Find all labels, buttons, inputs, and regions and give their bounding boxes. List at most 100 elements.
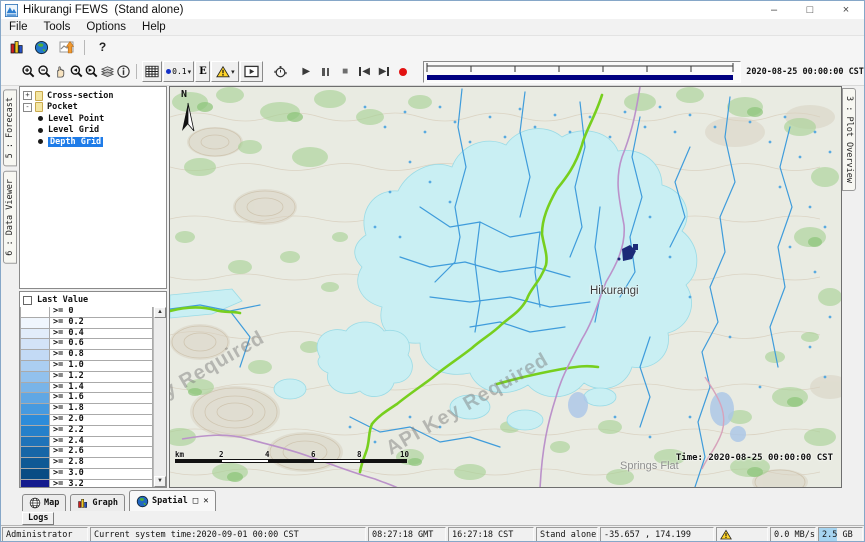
menu-file[interactable]: File: [1, 21, 36, 33]
status-warning-cell[interactable]: [716, 527, 768, 542]
threshold-dot-icon: [166, 69, 171, 74]
bottom-tab-bar: Map Graph Spatial □ ✕: [1, 488, 864, 511]
layers-button[interactable]: [100, 62, 116, 82]
menu-options[interactable]: Options: [78, 21, 134, 33]
help-button[interactable]: ?: [90, 37, 115, 57]
record-button[interactable]: [394, 62, 413, 82]
globe-icon: [136, 495, 149, 508]
scroll-up-icon[interactable]: ▲: [154, 307, 166, 318]
info-button[interactable]: [116, 62, 132, 82]
last-value-checkbox[interactable]: [23, 296, 32, 305]
timeseries-button[interactable]: [4, 37, 29, 57]
legend-row: >= 1.2: [20, 372, 153, 383]
main-toolbar: ?: [1, 36, 864, 58]
tab-plot-overview[interactable]: 3 : Plot Overview: [842, 88, 856, 191]
pan-button[interactable]: [53, 62, 69, 82]
longitudinal-profile-button[interactable]: E: [195, 61, 210, 82]
tree-item-level-grid[interactable]: Level Grid: [21, 125, 165, 137]
status-memory: 2.5 GB: [818, 527, 863, 542]
legend-scrollbar[interactable]: ▲ ▼: [153, 307, 166, 487]
menu-tools[interactable]: Tools: [36, 21, 79, 33]
legend-row: >= 3.2: [20, 480, 153, 487]
maximize-button[interactable]: □: [792, 1, 828, 19]
legend-row: >= 0.2: [20, 318, 153, 329]
close-button[interactable]: ×: [828, 1, 864, 19]
main-region: 5 : Forecast 6 : Data Viewer + Cross-sec…: [1, 86, 864, 488]
window-title: Hikurangi FEWS (Stand alone): [23, 4, 183, 16]
status-bar: Administrator Current system time:2020-0…: [1, 525, 864, 542]
scale-unit: km: [175, 450, 184, 459]
stop-button[interactable]: ■: [335, 62, 354, 82]
status-rate: 0.0 MB/s: [770, 527, 816, 542]
tab-close-icon[interactable]: ✕: [203, 496, 208, 506]
zoom-next-button[interactable]: [84, 62, 100, 82]
tree-item-cross-section[interactable]: + Cross-section: [21, 90, 165, 102]
zoom-out-button[interactable]: [37, 62, 53, 82]
chevron-down-icon: ▾: [231, 68, 235, 76]
tab-graph[interactable]: Graph: [70, 494, 125, 511]
left-tab-strip: 5 : Forecast 6 : Data Viewer: [1, 86, 19, 488]
status-system-time: Current system time:2020-09-01 00:00 CST: [90, 527, 366, 542]
tree-item-depth-grid[interactable]: Depth Grid: [21, 136, 165, 148]
bullet-icon: [38, 139, 43, 144]
scroll-down-icon[interactable]: ▼: [154, 476, 166, 487]
time-settings-button[interactable]: [273, 62, 289, 82]
threshold-value: 0.1: [172, 67, 186, 76]
legend-row: >= 2.6: [20, 447, 153, 458]
step-forward-button[interactable]: ▶: [374, 62, 393, 82]
menu-help[interactable]: Help: [134, 21, 174, 33]
threshold-dropdown[interactable]: 0.1▾: [163, 61, 195, 82]
zoom-in-button[interactable]: [21, 62, 37, 82]
bullet-icon: [38, 116, 43, 121]
tab-spatial[interactable]: Spatial □ ✕: [129, 490, 216, 511]
warning-dropdown[interactable]: ▾: [211, 61, 239, 82]
status-gmt-time: 08:27:18 GMT: [368, 527, 446, 542]
bullet-icon: [38, 128, 43, 133]
map-toolbar: 0.1▾ E ▾ ▶ ■ ◀ ▶ 2020-08-25 00:00:00 CST: [1, 58, 864, 86]
legend-row: >= 2.2: [20, 426, 153, 437]
legend-panel: Last Value >= 0 >= 0.2 >= 0.4 >= 0.6 >= …: [19, 291, 167, 488]
status-coordinates: -35.657 , 174.199: [600, 527, 714, 542]
zoom-previous-button[interactable]: [68, 62, 84, 82]
play-button[interactable]: ▶: [297, 62, 316, 82]
folder-icon: [35, 91, 43, 101]
map-display-button[interactable]: [29, 37, 54, 57]
minimize-button[interactable]: –: [756, 1, 792, 19]
expand-icon[interactable]: +: [23, 91, 32, 100]
status-local-time: 16:27:18 CST: [448, 527, 534, 542]
map-time-label: Time: 2020-08-25 00:00:00 CST: [676, 453, 833, 463]
animation-button[interactable]: [240, 61, 262, 82]
app-logo-icon: [5, 4, 18, 17]
legend-row: >= 0.4: [20, 329, 153, 340]
tab-forecast[interactable]: 5 : Forecast: [3, 89, 17, 166]
tree-item-pocket[interactable]: - Pocket: [21, 102, 165, 114]
legend-title: Last Value: [37, 295, 88, 305]
tree-item-level-point[interactable]: Level Point: [21, 113, 165, 125]
grid-display-button[interactable]: [142, 61, 162, 82]
pause-button[interactable]: [316, 62, 335, 82]
collapse-icon[interactable]: -: [23, 103, 32, 112]
legend-row: >= 0.8: [20, 350, 153, 361]
legend-row: >= 1.4: [20, 383, 153, 394]
record-icon: [399, 68, 407, 76]
right-tab-strip: 3 : Plot Overview: [842, 86, 864, 488]
step-back-button[interactable]: ◀: [355, 62, 374, 82]
tab-map[interactable]: Map: [22, 494, 66, 511]
warning-icon: [720, 529, 732, 540]
timeline-slider[interactable]: [423, 61, 741, 83]
timeline-datetime: 2020-08-25 00:00:00 CST: [746, 67, 864, 77]
bar-chart-icon: [77, 497, 89, 509]
legend-row: >= 1.8: [20, 404, 153, 415]
tab-maximize-icon[interactable]: □: [193, 496, 198, 506]
scale-bar: km 2 4 6 8 10: [175, 450, 411, 466]
menu-bar: File Tools Options Help: [1, 19, 864, 36]
legend-row: >= 0: [20, 307, 153, 318]
logs-button[interactable]: Logs: [22, 512, 54, 525]
profile-display-button[interactable]: [54, 37, 79, 57]
chevron-down-icon: ▾: [188, 68, 192, 76]
tab-data-viewer[interactable]: 6 : Data Viewer: [3, 171, 17, 264]
app-window: Hikurangi FEWS (Stand alone) – □ × File …: [0, 0, 865, 542]
town-label: Hikurangi: [590, 285, 639, 297]
map-canvas[interactable]: N API Key Required API Key Required Hiku…: [169, 86, 842, 488]
place-label: Springs Flat: [620, 460, 679, 472]
